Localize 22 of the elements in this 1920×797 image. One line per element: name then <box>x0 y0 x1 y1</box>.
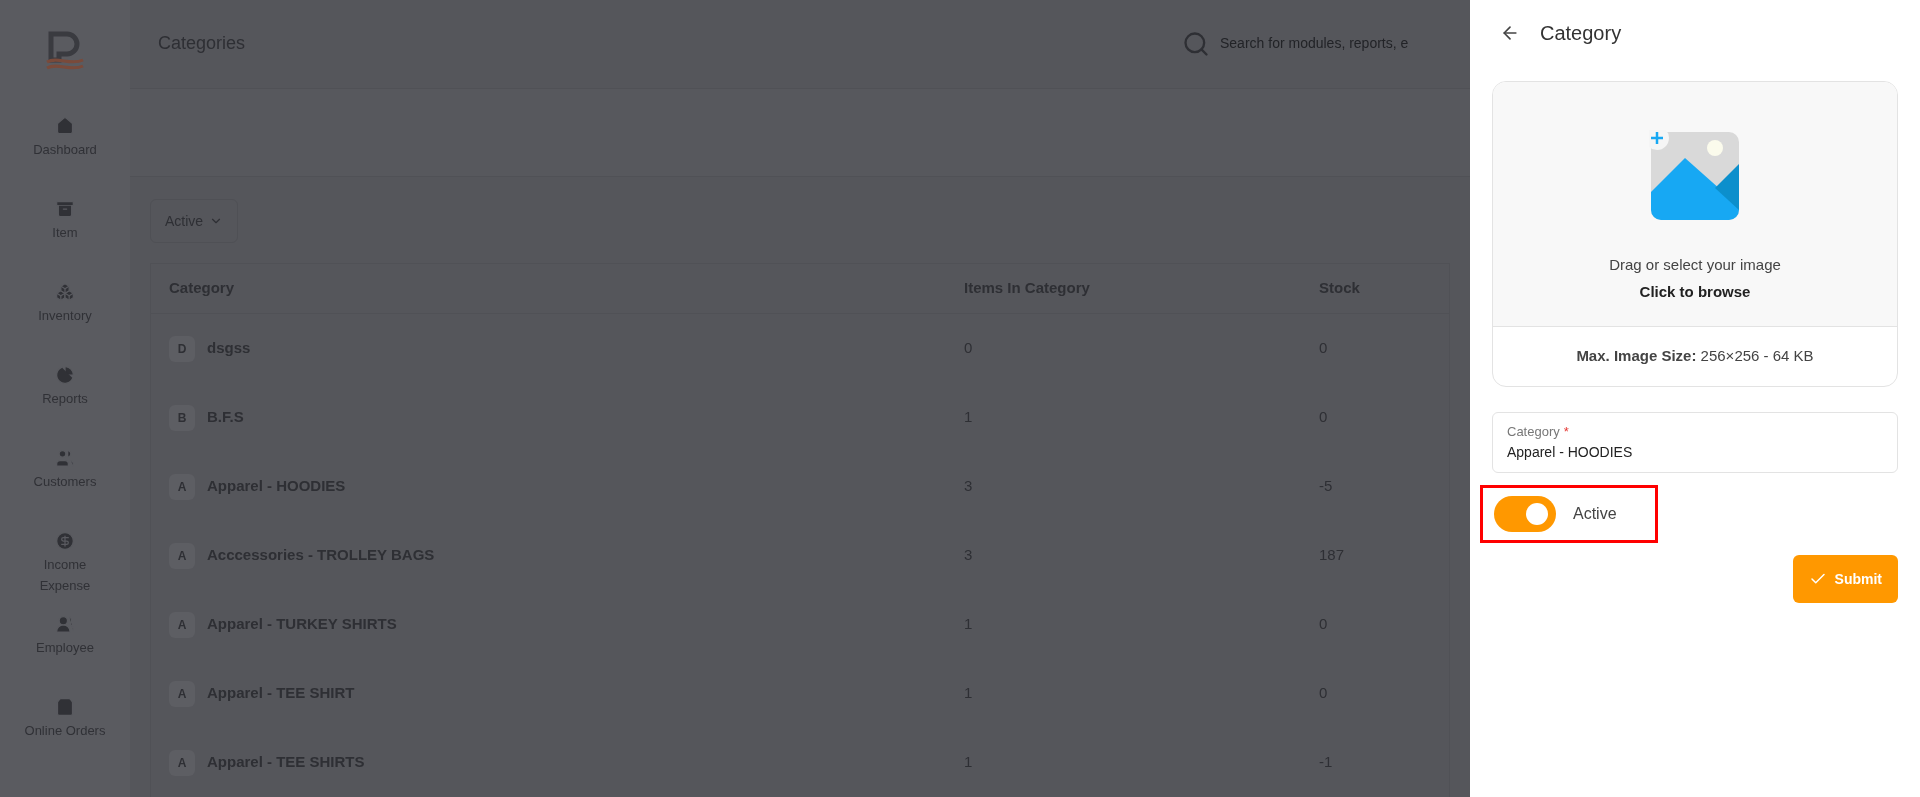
pie-chart-icon <box>55 365 75 385</box>
home-icon <box>55 116 75 136</box>
toggle-label: Active <box>1573 504 1617 524</box>
archive-icon <box>55 199 75 219</box>
boxes-icon <box>55 282 75 302</box>
image-size-limit: Max. Image Size: 256×256 - 64 KB <box>1576 346 1814 367</box>
image-add-icon <box>1649 130 1741 222</box>
dollar-coin-icon <box>55 531 75 551</box>
drawer-title: Category <box>1540 21 1622 46</box>
people-icon <box>55 448 75 468</box>
browse-link[interactable]: Click to browse <box>1639 280 1751 303</box>
submit-button[interactable]: Submit <box>1792 555 1898 603</box>
people-icon <box>55 614 75 634</box>
field-value: Apparel - HOODIES <box>1507 442 1634 462</box>
active-toggle[interactable] <box>1494 496 1556 532</box>
bag-icon <box>55 697 75 717</box>
image-upload-area[interactable]: Drag or select your image Click to browse Max. Image Size: 256×256 - 64 KB <box>1492 81 1898 387</box>
search-icon <box>1182 29 1210 58</box>
required-mark: * <box>1563 423 1569 442</box>
field-label: Category <box>1507 423 1560 442</box>
upload-prompt: Drag or select your image <box>1609 255 1781 275</box>
category-input-field[interactable]: Category * Apparel - HOODIES <box>1492 412 1898 473</box>
